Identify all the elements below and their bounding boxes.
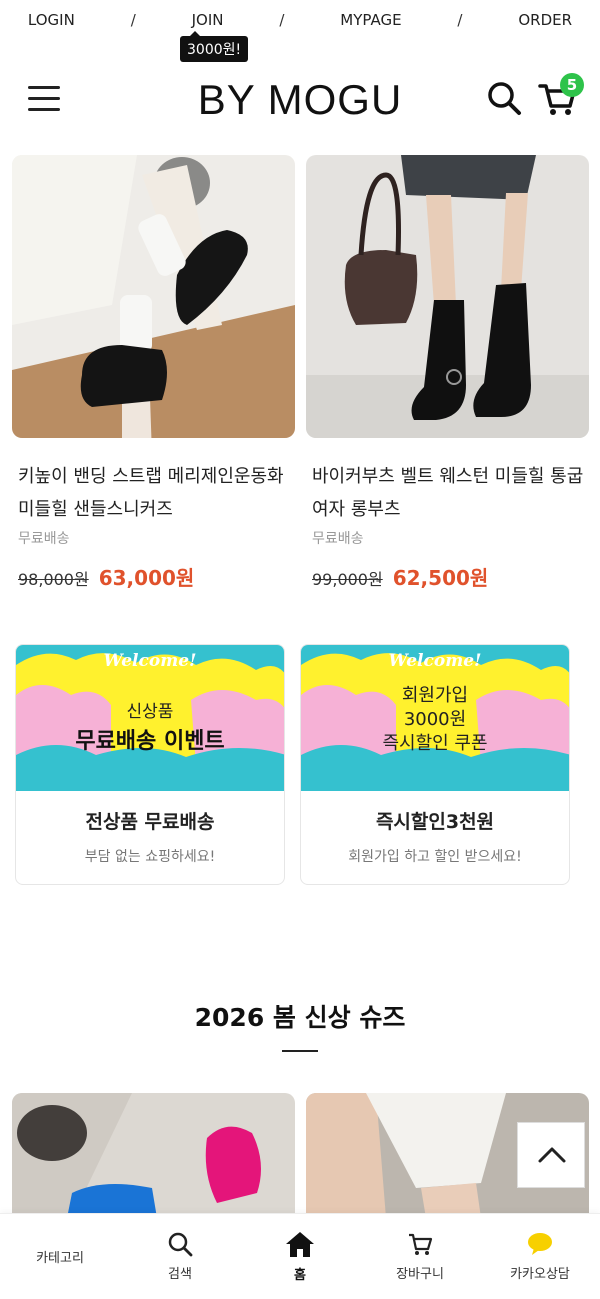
event-banner[interactable]: Welcome! 회원가입 3000원 즉시할인 쿠폰 — [301, 645, 569, 791]
home-icon — [286, 1232, 314, 1257]
shipping-label: 무료배송 — [312, 531, 364, 547]
nav-cart-label: 장바구니 — [396, 1267, 444, 1282]
header: BY MOGU — [0, 62, 600, 142]
kakao-chat-icon — [528, 1233, 552, 1255]
event-card-free-shipping[interactable]: Welcome! 신상품 무료배송 이벤트 전상품 무료배송 부담 없는 쇼핑하… — [15, 644, 285, 885]
cart-icon — [409, 1233, 433, 1255]
product-image-boots[interactable] — [306, 155, 589, 438]
mypage-link[interactable]: MYPAGE — [340, 11, 401, 29]
event-card-signup-coupon[interactable]: Welcome! 회원가입 3000원 즉시할인 쿠폰 즉시할인3천원 회원가입… — [300, 644, 570, 885]
banner-line3: 즉시할인 쿠폰 — [382, 733, 488, 754]
nav-category[interactable]: 카테고리 — [0, 1214, 120, 1299]
join-reward-tooltip: 3000원! — [180, 31, 249, 62]
nav-search[interactable]: 검색 — [120, 1214, 240, 1299]
nav-kakao-chat[interactable]: 카카오상담 — [480, 1214, 600, 1299]
section-divider — [282, 1050, 318, 1052]
event-description: 회원가입 하고 할인 받으세요! — [348, 849, 522, 865]
nav-cart[interactable]: 장바구니 — [360, 1214, 480, 1299]
link-separator: / — [130, 11, 136, 29]
section-title: 2026 봄 신상 슈즈 — [194, 1003, 406, 1032]
original-price: 98,000원 — [18, 570, 89, 589]
event-banner[interactable]: Welcome! 신상품 무료배송 이벤트 — [16, 645, 284, 791]
search-icon[interactable] — [486, 80, 522, 116]
banner-line1: 회원가입 — [401, 685, 469, 706]
banner-line2: 무료배송 이벤트 — [75, 729, 225, 754]
join-link[interactable]: JOIN — [192, 11, 224, 29]
product-name[interactable]: 키높이 밴딩 스트랩 메리제인운동화 미들힐 샌들스니커즈 — [12, 460, 295, 526]
event-title: 전상품 무료배송 — [85, 811, 215, 833]
product-card[interactable]: 바이커부츠 벨트 웨스턴 미들힐 통굽 여자 롱부츠 무료배송 99,000원 … — [306, 155, 589, 591]
link-separator: / — [457, 11, 463, 29]
login-link[interactable]: LOGIN — [28, 11, 75, 29]
nav-search-label: 검색 — [168, 1267, 192, 1282]
banner-line1: 신상품 — [126, 702, 174, 722]
product-image-shoes[interactable] — [12, 155, 295, 438]
bottom-navigation: 카테고리 검색 홈 장바구니 카카오상담 — [0, 1213, 600, 1299]
top-links: LOGIN / JOIN / MYPAGE / ORDER — [0, 0, 600, 40]
scroll-to-top-button[interactable] — [517, 1122, 585, 1188]
search-icon — [168, 1232, 193, 1257]
event-title: 즉시할인3천원 — [375, 811, 495, 833]
original-price: 99,000원 — [312, 570, 383, 589]
cart-count-badge: 5 — [560, 73, 584, 97]
sale-price: 63,000원 — [98, 566, 195, 590]
product-image-flats[interactable] — [12, 1093, 295, 1218]
banner-line2: 3000원 — [403, 709, 467, 730]
nav-home-label: 홈 — [294, 1268, 306, 1283]
nav-kakao-label: 카카오상담 — [510, 1267, 570, 1282]
event-description: 부담 없는 쇼핑하세요! — [84, 849, 216, 865]
banner-welcome: Welcome! — [103, 651, 197, 671]
banner-welcome: Welcome! — [388, 651, 482, 671]
link-separator: / — [279, 11, 285, 29]
nav-home[interactable]: 홈 — [240, 1214, 360, 1299]
shipping-label: 무료배송 — [18, 531, 70, 547]
order-link[interactable]: ORDER — [518, 11, 572, 29]
sale-price: 62,500원 — [392, 566, 489, 590]
product-name[interactable]: 바이커부츠 벨트 웨스턴 미들힐 통굽 여자 롱부츠 — [306, 460, 589, 526]
product-card[interactable]: 키높이 밴딩 스트랩 메리제인운동화 미들힐 샌들스니커즈 무료배송 98,00… — [12, 155, 295, 591]
nav-category-label: 카테고리 — [36, 1251, 84, 1266]
